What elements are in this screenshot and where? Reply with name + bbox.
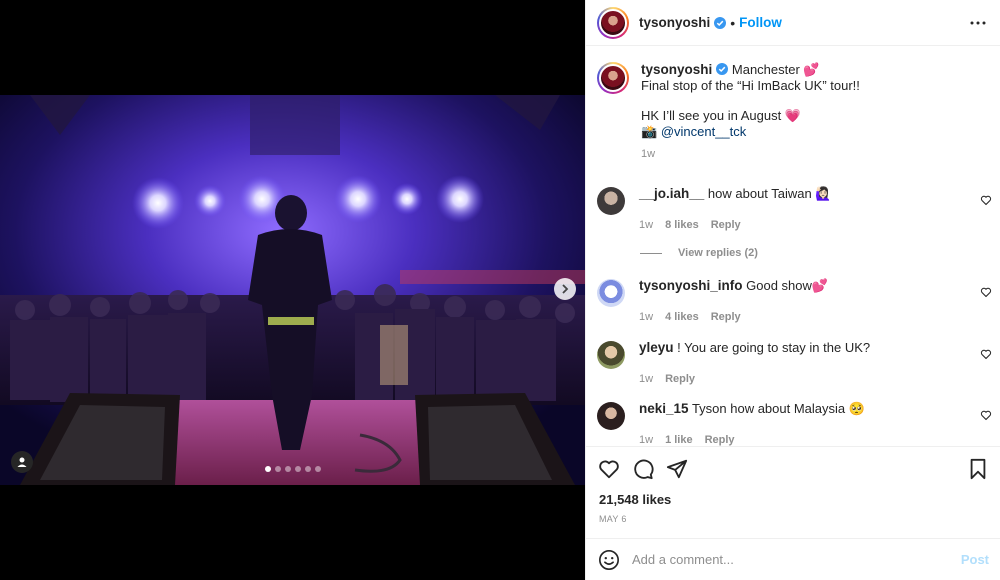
caption-body: tysonyoshi Manchester 💕 Final stop of th…: [641, 62, 860, 163]
post-caption: tysonyoshi Manchester 💕 Final stop of th…: [597, 62, 992, 163]
instagram-post-modal: tysonyoshi • Follow tysonyoshi Mancheste…: [0, 0, 1000, 580]
heart-icon[interactable]: [980, 409, 992, 421]
bookmark-icon[interactable]: [967, 458, 989, 480]
author-username[interactable]: tysonyoshi: [639, 15, 710, 30]
comment-like-count[interactable]: 4 likes: [665, 309, 699, 325]
camera-emoji: 📸: [641, 123, 658, 139]
share-icon[interactable]: [666, 458, 688, 480]
post-action-bar: [586, 446, 1000, 490]
carousel-dot: [314, 466, 321, 472]
caption-line-3: HK I’ll see you in August 💗: [641, 108, 801, 123]
comment-text: how about Taiwan 🙋🏻‍♀️: [707, 186, 832, 201]
verified-badge-icon: [714, 16, 727, 29]
post-comment-button[interactable]: Post: [961, 552, 989, 567]
comment-username[interactable]: __jo.iah__: [639, 186, 704, 201]
post-details-pane: tysonyoshi • Follow tysonyoshi Mancheste…: [585, 0, 1000, 580]
view-replies-label: View replies (2): [678, 247, 758, 259]
carousel-dot: [284, 466, 291, 472]
comment-reply-button[interactable]: Reply: [665, 371, 695, 387]
comment-item: yleyu ! You are going to stay in the UK?…: [597, 340, 992, 387]
caption-line-1: Manchester 💕: [731, 62, 820, 77]
comment-text: Good show💕: [746, 278, 829, 293]
verified-badge-icon: [716, 63, 729, 75]
heart-icon[interactable]: [980, 348, 992, 360]
caption-line-2: Final stop of the “Hi ImBack UK” tour!!: [641, 77, 860, 93]
heart-icon[interactable]: [598, 458, 620, 480]
heart-icon[interactable]: [980, 194, 992, 206]
follow-button[interactable]: Follow: [739, 15, 782, 30]
author-avatar[interactable]: [597, 6, 629, 39]
comment-item: __jo.iah__ how about Taiwan 🙋🏻‍♀️ 1w 8 l…: [597, 186, 992, 233]
heart-icon[interactable]: [980, 286, 992, 298]
like-count[interactable]: 21,548 likes: [599, 492, 671, 507]
carousel-indicator: [0, 466, 585, 472]
commenter-avatar[interactable]: [597, 402, 625, 430]
carousel-dot: [274, 466, 281, 472]
concert-photo[interactable]: [0, 95, 585, 485]
carousel-dot: [264, 466, 271, 472]
comment-item: neki_15 Tyson how about Malaysia 🥺 1w 1 …: [597, 401, 992, 448]
comment-username[interactable]: neki_15: [639, 401, 689, 416]
comment-username[interactable]: tysonyoshi_info: [639, 278, 743, 293]
caption-username[interactable]: tysonyoshi: [641, 62, 712, 77]
post-media-pane: [0, 0, 585, 580]
separator-dot: •: [730, 14, 736, 31]
comment-timestamp[interactable]: 1w: [639, 217, 653, 233]
commenter-avatar[interactable]: [597, 187, 625, 215]
chevron-right-icon: [562, 284, 569, 294]
commenter-avatar[interactable]: [597, 279, 625, 307]
comment-input[interactable]: [632, 552, 961, 567]
post-header: tysonyoshi • Follow: [586, 0, 1000, 46]
view-replies-button[interactable]: View replies (2): [640, 247, 758, 259]
carousel-dot: [294, 466, 301, 472]
comment-icon[interactable]: [632, 458, 654, 480]
comment-reply-button[interactable]: Reply: [711, 217, 741, 233]
comment-text: ! You are going to stay in the UK?: [677, 340, 871, 355]
comment-composer: Post: [586, 538, 1000, 580]
caption-author-avatar[interactable]: [597, 62, 629, 94]
next-slide-button[interactable]: [554, 278, 576, 300]
comment-item: tysonyoshi_info Good show💕 1w 4 likes Re…: [597, 278, 992, 325]
caption-mention-link[interactable]: @vincent__tck: [661, 124, 746, 139]
comment-like-count[interactable]: 8 likes: [665, 217, 699, 233]
commenter-avatar[interactable]: [597, 341, 625, 369]
emoji-icon[interactable]: [598, 549, 620, 571]
comment-timestamp[interactable]: 1w: [639, 309, 653, 325]
comment-text: Tyson how about Malaysia 🥺: [691, 401, 865, 416]
comment-timestamp[interactable]: 1w: [639, 371, 653, 387]
caption-timestamp[interactable]: 1w: [641, 147, 860, 163]
view-replies-line: [640, 252, 662, 254]
comment-username[interactable]: yleyu: [639, 340, 674, 355]
comment-reply-button[interactable]: Reply: [711, 309, 741, 325]
more-options-icon[interactable]: [969, 14, 987, 32]
carousel-dot: [304, 466, 311, 472]
post-date[interactable]: MAY 6: [599, 514, 627, 524]
